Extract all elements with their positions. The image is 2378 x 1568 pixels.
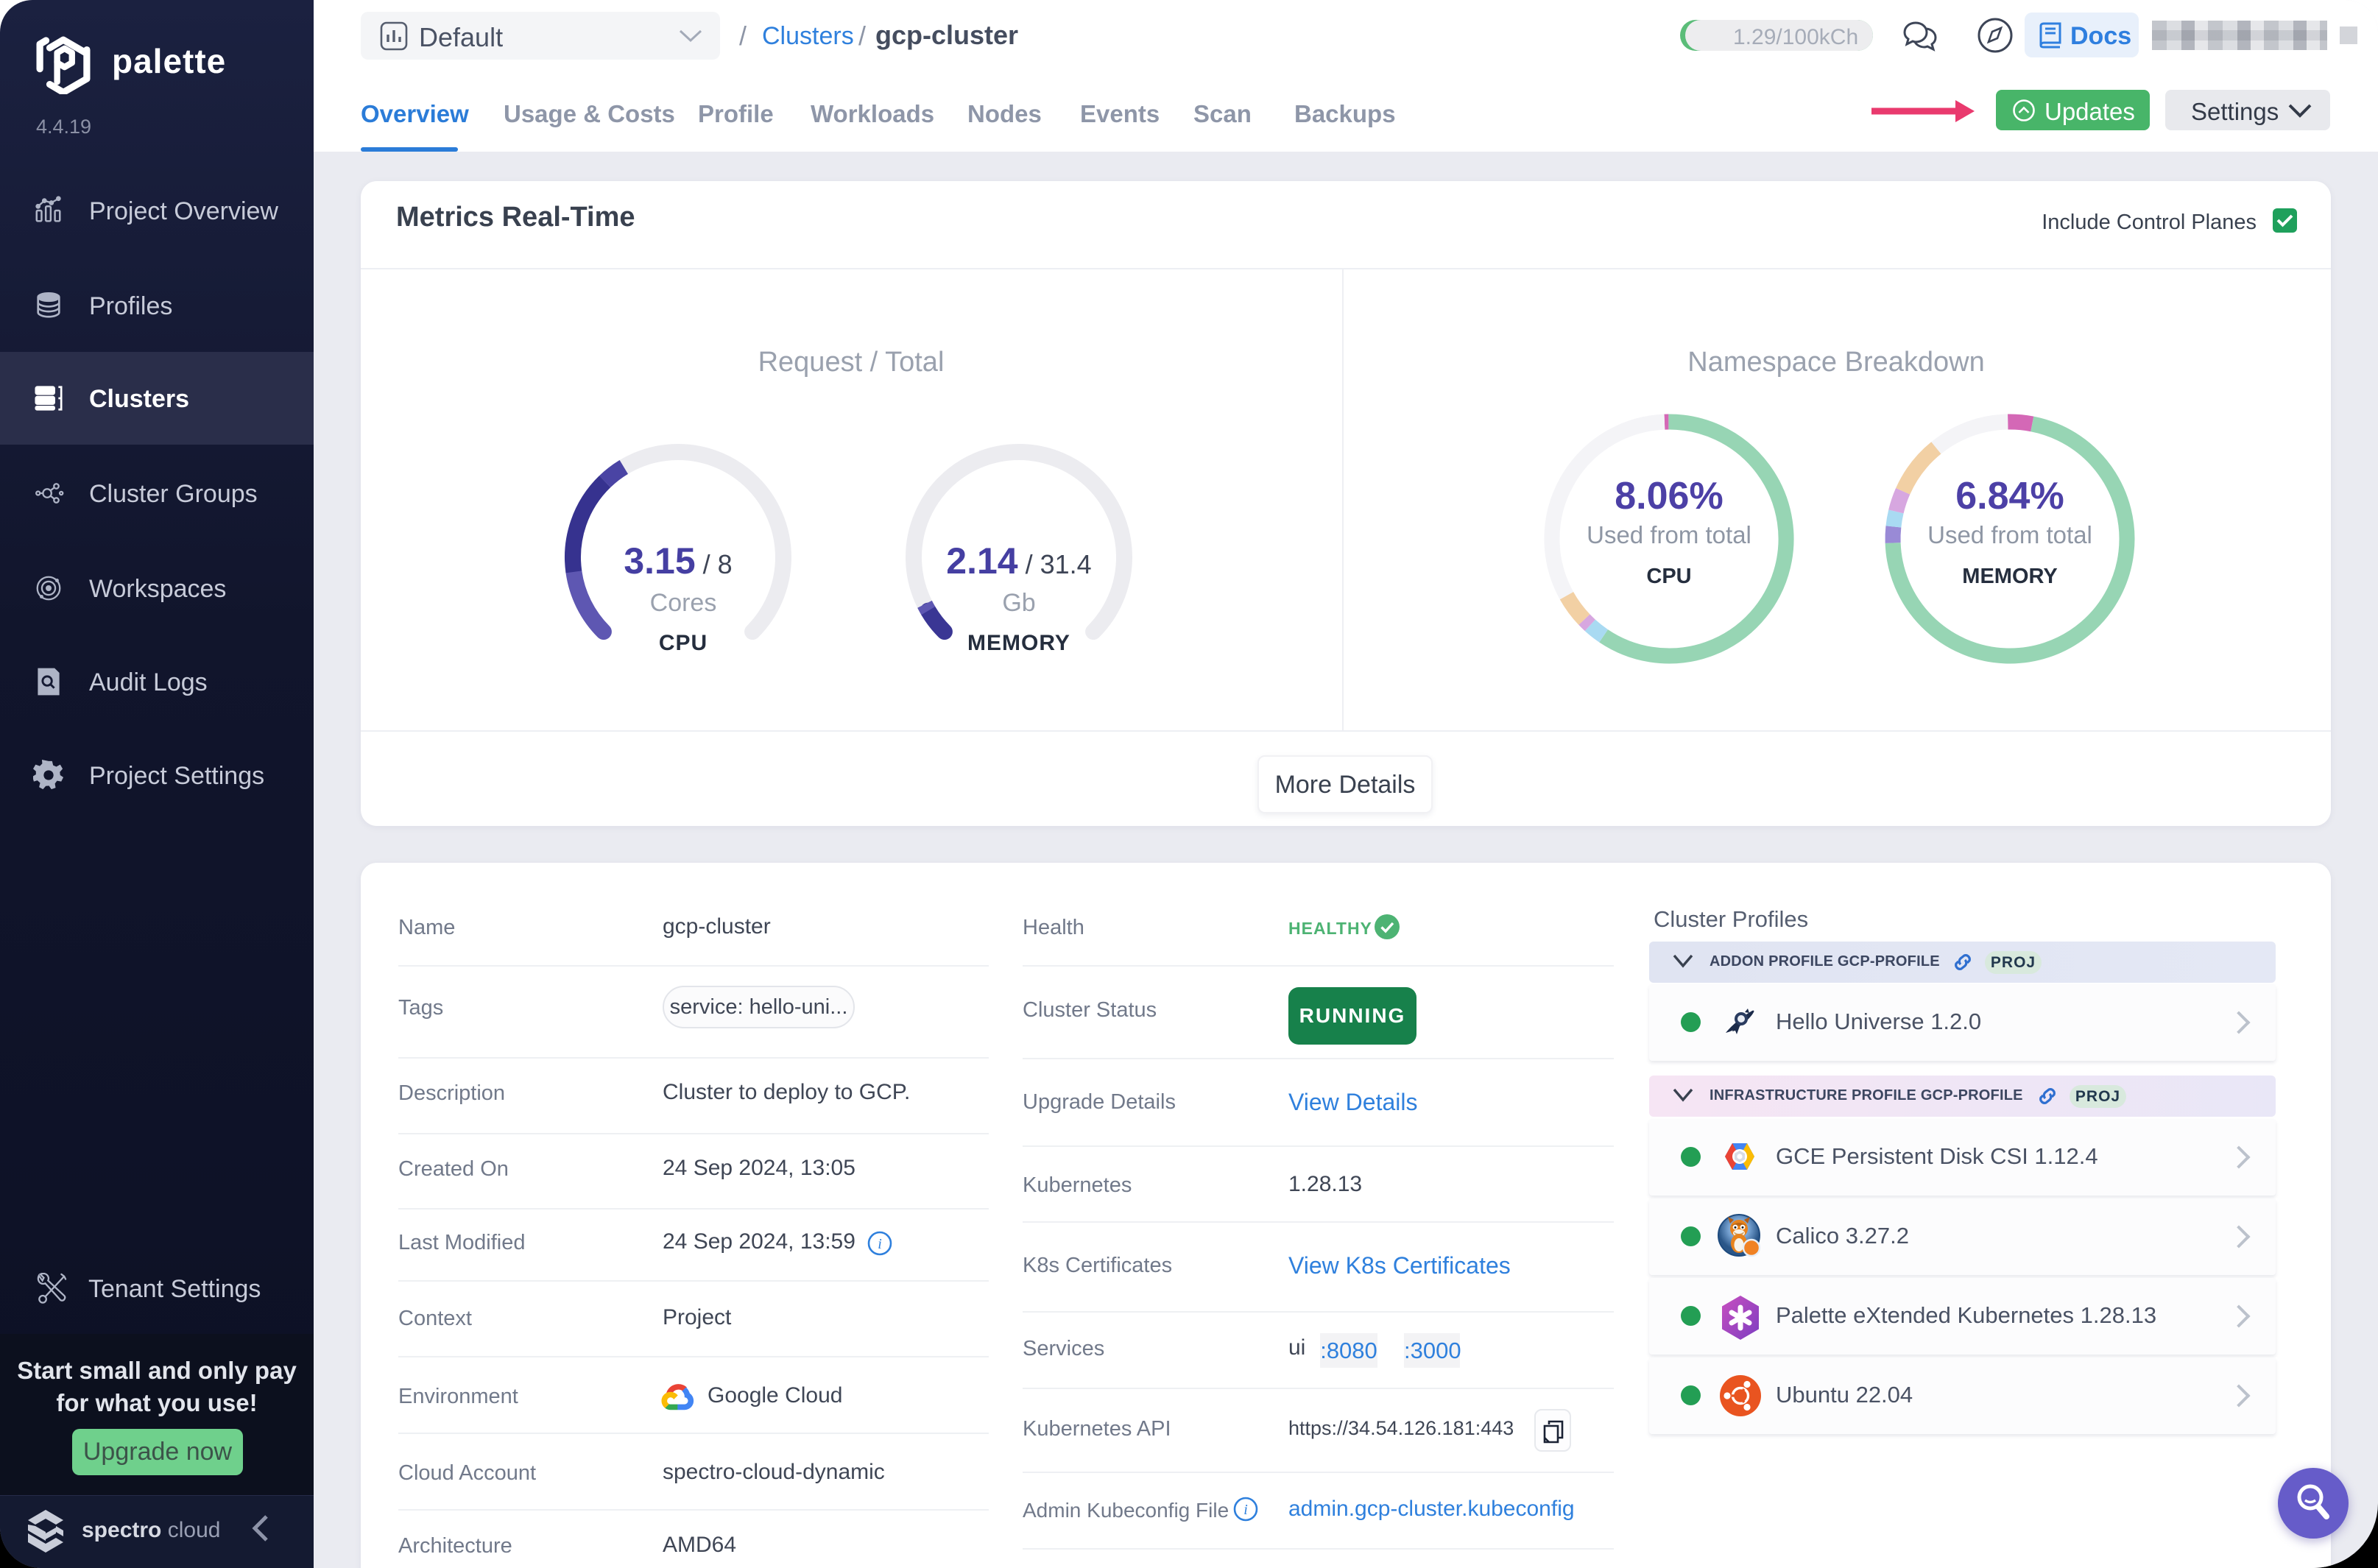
svg-text:i: i <box>878 1236 882 1252</box>
svg-text:i: i <box>1243 1502 1248 1518</box>
